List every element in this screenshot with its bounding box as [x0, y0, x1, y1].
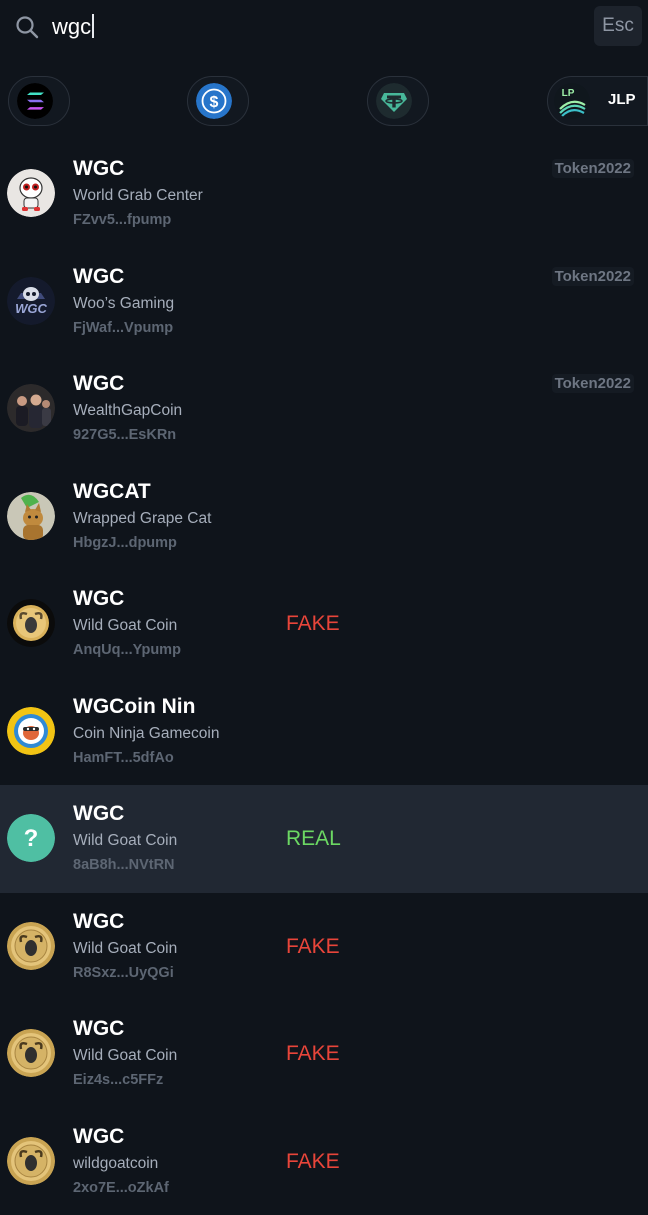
token-address: 8aB8h...NVtRN — [73, 857, 175, 873]
token-name: Wild Goat Coin — [73, 617, 177, 635]
token-name: Woo’s Gaming — [73, 295, 174, 313]
cat-photo-icon — [7, 492, 55, 540]
gaming-skull-logo-icon: WGC — [7, 277, 55, 325]
usdt-icon — [376, 83, 412, 119]
token-name: Wild Goat Coin — [73, 940, 177, 958]
svg-text:?: ? — [24, 825, 39, 852]
goat-coin-icon — [7, 1029, 55, 1077]
token-address: R8Sxz...UyQGi — [73, 965, 174, 981]
token-address: 2xo7E...oZkAf — [73, 1180, 169, 1196]
fake-label: FAKE — [286, 1150, 340, 1174]
token-address: 927G5...EsKRn — [73, 427, 176, 443]
token-row[interactable]: WGC WealthGapCoin 927G5...EsKRn Token202… — [0, 355, 648, 463]
token-name: Wild Goat Coin — [73, 1047, 177, 1065]
fake-label: FAKE — [286, 935, 340, 959]
token-address: HamFT...5dfAo — [73, 750, 174, 766]
token-symbol: WGC — [73, 372, 124, 396]
token-standard-badge: Token2022 — [552, 159, 634, 178]
goat-coin-icon — [7, 599, 55, 647]
token-symbol: WGCoin Nin — [73, 695, 195, 719]
question-mark-icon: ? — [7, 814, 55, 862]
quick-token-jlp[interactable]: LP JLP — [547, 76, 648, 126]
token-row[interactable]: WGCoin Nin Coin Ninja Gamecoin HamFT...5… — [0, 678, 648, 786]
real-label: REAL — [286, 827, 341, 851]
token-address: AnqUq...Ypump — [73, 642, 181, 658]
token-name: Wrapped Grape Cat — [73, 510, 211, 528]
token-symbol: WGC — [73, 1125, 124, 1149]
quick-token-usdc[interactable]: $ — [187, 76, 249, 126]
token-row[interactable]: WGC WGC Woo’s Gaming FjWaf...Vpump Token… — [0, 248, 648, 356]
svg-text:WGC: WGC — [15, 301, 47, 316]
quick-token-chips: $ LP JLP — [0, 76, 648, 130]
quick-token-usdt[interactable] — [367, 76, 429, 126]
fake-label: FAKE — [286, 612, 340, 636]
people-photo-icon — [7, 384, 55, 432]
token-symbol: WGCAT — [73, 480, 151, 504]
jlp-icon: LP — [554, 83, 590, 119]
jlp-icon-text: LP — [562, 88, 575, 99]
quick-token-sol[interactable] — [8, 76, 70, 126]
svg-text:$: $ — [210, 94, 219, 111]
search-bar: wgc Esc — [0, 0, 648, 56]
token-symbol: WGC — [73, 587, 124, 611]
token-row[interactable]: WGC Wild Goat Coin R8Sxz...UyQGi FAKE — [0, 893, 648, 1001]
ninja-coin-icon — [7, 707, 55, 755]
token-list: WGC World Grab Center FZvv5...fpump Toke… — [0, 140, 648, 1215]
search-input[interactable]: wgc — [52, 8, 572, 46]
token-address: FjWaf...Vpump — [73, 320, 173, 336]
token-address: FZvv5...fpump — [73, 212, 171, 228]
token-row[interactable]: WGC World Grab Center FZvv5...fpump Toke… — [0, 140, 648, 248]
token-name: Wild Goat Coin — [73, 832, 177, 850]
token-row[interactable]: WGC Wild Goat Coin Eiz4s...c5FFz FAKE — [0, 1000, 648, 1108]
token-standard-badge: Token2022 — [552, 374, 634, 393]
token-address: HbgzJ...dpump — [73, 535, 177, 551]
token-name: wildgoatcoin — [73, 1155, 158, 1173]
skull-mascot-icon — [7, 169, 55, 217]
token-row-selected[interactable]: ? WGC Wild Goat Coin 8aB8h...NVtRN REAL — [0, 785, 648, 893]
token-name: Coin Ninja Gamecoin — [73, 725, 219, 743]
fake-label: FAKE — [286, 1042, 340, 1066]
token-name: WealthGapCoin — [73, 402, 182, 420]
text-caret — [92, 14, 94, 38]
token-row[interactable]: WGC wildgoatcoin 2xo7E...oZkAf FAKE — [0, 1108, 648, 1215]
search-query: wgc — [52, 14, 91, 39]
token-standard-badge: Token2022 — [552, 267, 634, 286]
token-address: Eiz4s...c5FFz — [73, 1072, 163, 1088]
solana-icon — [17, 83, 53, 119]
search-icon — [14, 14, 40, 40]
token-name: World Grab Center — [73, 187, 203, 205]
token-symbol: WGC — [73, 802, 124, 826]
esc-button[interactable]: Esc — [594, 6, 642, 46]
token-row[interactable]: WGCAT Wrapped Grape Cat HbgzJ...dpump — [0, 463, 648, 571]
token-symbol: WGC — [73, 265, 124, 289]
token-symbol: WGC — [73, 910, 124, 934]
token-symbol: WGC — [73, 157, 124, 181]
usdc-icon: $ — [196, 83, 232, 119]
quick-token-label: JLP — [608, 91, 636, 108]
goat-coin-icon — [7, 922, 55, 970]
token-symbol: WGC — [73, 1017, 124, 1041]
goat-coin-icon — [7, 1137, 55, 1185]
token-row[interactable]: WGC Wild Goat Coin AnqUq...Ypump FAKE — [0, 570, 648, 678]
